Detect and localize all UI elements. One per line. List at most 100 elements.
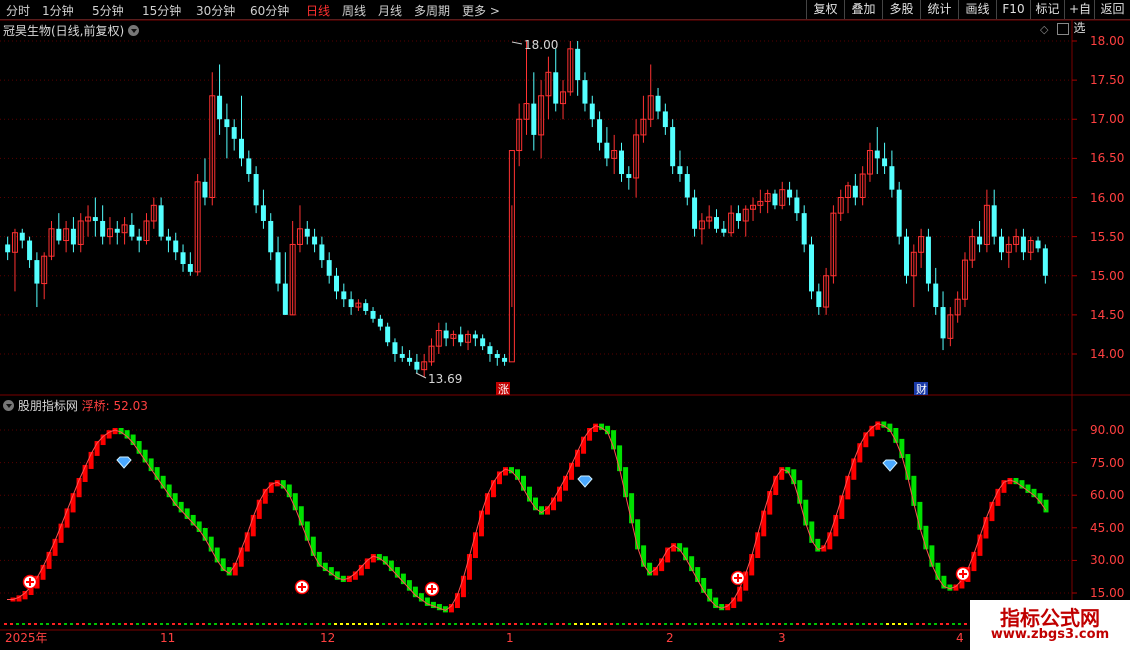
diamond-icon[interactable]: ◇ (1040, 23, 1048, 36)
candle-body (626, 174, 632, 178)
indicator-bar (370, 554, 376, 563)
candle-body (472, 334, 478, 339)
volume-tick (754, 623, 757, 625)
candle-body (670, 127, 676, 167)
indicator-bar (623, 467, 629, 498)
indicator-bar (1043, 499, 1049, 513)
chevron-down-icon[interactable] (3, 400, 14, 411)
candle-body (794, 197, 800, 214)
candle-body (531, 103, 537, 135)
chevron-down-icon[interactable] (128, 25, 140, 36)
candle-body (202, 181, 208, 198)
volume-tick (40, 623, 43, 625)
volume-tick (922, 623, 925, 625)
volume-tick (238, 623, 241, 625)
volume-tick (736, 623, 739, 625)
candle-body (385, 326, 391, 343)
volume-tick (916, 623, 919, 625)
volume-tick (802, 623, 805, 625)
volume-tick (178, 623, 181, 625)
candle-body (377, 318, 383, 327)
candle-body (991, 205, 997, 237)
volume-tick (394, 623, 397, 625)
volume-tick (316, 623, 319, 625)
volume-tick (358, 623, 361, 625)
price-tick: 17.00 (1090, 112, 1124, 126)
volume-tick (664, 623, 667, 625)
candle-body (801, 213, 807, 245)
volume-tick (10, 623, 13, 625)
diamond-signal-icon (882, 459, 898, 472)
chart-canvas[interactable]: 18.00 13.69 涨 财 18.00 17.50 17.00 16.50 … (0, 0, 1130, 650)
volume-tick (742, 623, 745, 625)
volume-tick (862, 623, 865, 625)
volume-tick (376, 623, 379, 625)
volume-tick (328, 623, 331, 625)
low-price-label: 13.69 (428, 372, 462, 386)
volume-tick (478, 623, 481, 625)
candle-body (224, 119, 230, 128)
volume-tick (442, 623, 445, 625)
volume-tick (184, 623, 187, 625)
date-axis: 2025年 11 12 1 2 3 4 (5, 631, 964, 645)
volume-tick (448, 623, 451, 625)
volume-tick (718, 623, 721, 625)
date-tick: 1 (506, 631, 514, 645)
indicator-series (4, 421, 1069, 625)
volume-tick (106, 623, 109, 625)
candle-body (896, 189, 902, 237)
volume-tick (748, 623, 751, 625)
candle-body (187, 264, 193, 272)
volume-tick (418, 623, 421, 625)
volume-tick (616, 623, 619, 625)
volume-tick (670, 623, 673, 625)
volume-tick (4, 623, 7, 625)
price-tick: 17.50 (1090, 73, 1124, 87)
volume-tick (892, 623, 895, 625)
candle-body (92, 217, 98, 221)
volume-tick (910, 623, 913, 625)
volume-tick (280, 623, 283, 625)
volume-tick (436, 623, 439, 625)
candle-body (677, 166, 683, 175)
volume-tick (262, 623, 265, 625)
candle-body (787, 189, 793, 198)
volume-tick (34, 623, 37, 625)
volume-tick (514, 623, 517, 625)
volume-tick (874, 623, 877, 625)
volume-tick (340, 623, 343, 625)
candle-body (173, 240, 179, 253)
volume-tick (88, 623, 91, 625)
volume-tick (388, 623, 391, 625)
indicator-axis: 90.00 75.00 60.00 45.00 30.00 15.00 (1090, 423, 1124, 600)
volume-tick (274, 623, 277, 625)
panel-toggle-icon[interactable] (1057, 23, 1069, 35)
volume-tick (130, 623, 133, 625)
volume-tick (202, 623, 205, 625)
candle-body (334, 275, 339, 292)
indicator-bar (466, 554, 472, 580)
candle-body (70, 228, 76, 245)
cai-marker[interactable]: 财 (916, 382, 927, 396)
candle-body (370, 310, 376, 319)
volume-tick (826, 623, 829, 625)
candle-body (721, 228, 727, 233)
volume-tick (76, 623, 79, 625)
volume-tick (610, 623, 613, 625)
candle-body (852, 185, 858, 198)
volume-tick (304, 623, 307, 625)
candle-body (1042, 248, 1048, 276)
price-tick: 16.50 (1090, 151, 1124, 165)
candle-body (502, 357, 508, 362)
indicator-bar (1031, 488, 1037, 498)
indicator-bar (539, 506, 545, 515)
candle-body (414, 361, 420, 370)
candle-body (392, 342, 398, 354)
date-tick: 3 (778, 631, 786, 645)
candle-body (27, 240, 33, 261)
candle-body (5, 244, 11, 253)
volume-tick (46, 623, 49, 625)
candle-body (655, 95, 661, 112)
zhang-marker[interactable]: 涨 (498, 383, 509, 396)
candle-body (282, 283, 288, 315)
